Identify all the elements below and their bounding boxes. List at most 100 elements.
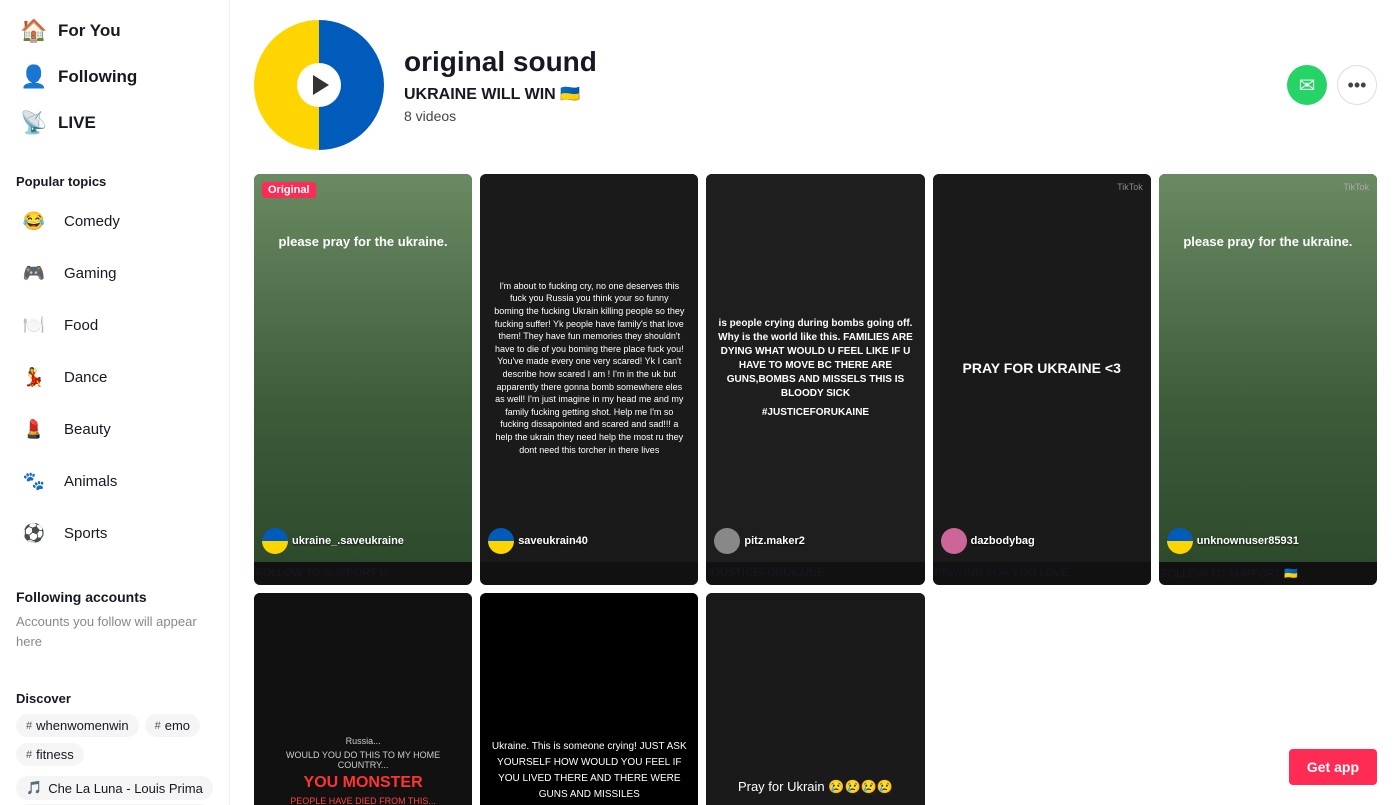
food-icon: 🍽️	[16, 307, 52, 343]
sports-icon: ⚽	[16, 515, 52, 551]
sound-che-la-luna[interactable]: 🎵 Che La Luna - Louis Prima	[16, 776, 213, 800]
sound-videos-count: 8 videos	[404, 108, 1267, 124]
food-label: Food	[64, 317, 98, 334]
tag-whenwomenwin[interactable]: # whenwomenwin	[16, 714, 139, 737]
sound-actions: ✉ •••	[1287, 65, 1377, 105]
nav-for-you-label: For You	[58, 21, 121, 41]
avatar-5	[1167, 528, 1193, 554]
whatsapp-share-button[interactable]: ✉	[1287, 65, 1327, 105]
sound-cover[interactable]	[254, 20, 384, 150]
following-accounts-desc: Accounts you follow will appear here	[16, 612, 213, 651]
whatsapp-icon: ✉	[1299, 73, 1316, 98]
video-text-6: YOU MONSTER	[304, 774, 423, 792]
video-card-7[interactable]: Ukraine. This is someone crying! JUST AS…	[480, 593, 698, 805]
video-card-2[interactable]: I'm about to fucking cry, no one deserve…	[480, 174, 698, 585]
sidebar-item-animals[interactable]: 🐾 Animals	[0, 455, 229, 507]
video-card-4[interactable]: PRAY FOR UKRAINE <3 TikTok dazbodybag PR…	[933, 174, 1151, 585]
beauty-label: Beauty	[64, 421, 111, 438]
discover-section: Discover # whenwomenwin # emo # fitness	[0, 679, 229, 772]
gaming-icon: 🎮	[16, 255, 52, 291]
sound-info: original sound UKRAINE WILL WIN 🇺🇦 8 vid…	[404, 46, 1267, 124]
more-options-button[interactable]: •••	[1337, 65, 1377, 105]
video-text-4: PRAY FOR UKRAINE <3	[963, 360, 1121, 376]
sidebar-item-gaming[interactable]: 🎮 Gaming	[0, 247, 229, 299]
sidebar-item-food[interactable]: 🍽️ Food	[0, 299, 229, 351]
sidebar-item-beauty[interactable]: 💄 Beauty	[0, 403, 229, 455]
following-icon: 👤	[20, 64, 46, 90]
sidebar-item-sports[interactable]: ⚽ Sports	[0, 507, 229, 559]
video-caption-5: FOLLOW TO SUPPORT 🇺🇦...	[1159, 562, 1377, 585]
comedy-label: Comedy	[64, 213, 120, 230]
nav-following-label: Following	[58, 67, 137, 87]
tag-fitness[interactable]: # fitness	[16, 743, 84, 766]
avatar-4	[941, 528, 967, 554]
gaming-label: Gaming	[64, 265, 117, 282]
tag-label-1: whenwomenwin	[36, 718, 129, 733]
dance-label: Dance	[64, 369, 107, 386]
sidebar-item-comedy[interactable]: 😂 Comedy	[0, 195, 229, 247]
animals-icon: 🐾	[16, 463, 52, 499]
get-app-button[interactable]: Get app	[1289, 749, 1377, 785]
video-text-3: is people crying during bombs going off.…	[714, 317, 916, 401]
hashtag-icon-2: #	[155, 720, 161, 732]
tiktok-label-5: TikTok	[1343, 182, 1369, 192]
video-user-4: dazbodybag	[941, 528, 1143, 554]
video-card-3[interactable]: is people crying during bombs going off.…	[706, 174, 924, 585]
video-card-6[interactable]: Russia... WOULD YOU DO THIS TO MY HOME C…	[254, 593, 472, 805]
original-badge: Original	[262, 182, 316, 198]
video-text-5: please pray for the ukraine.	[1175, 194, 1360, 249]
tag-label-2: emo	[165, 718, 190, 733]
discover-title: Discover	[16, 691, 213, 706]
nav-live-label: LIVE	[58, 113, 96, 133]
video-card-8[interactable]: Pray for Ukrain 😢😢😢😢 sophievazquez20 #uk…	[706, 593, 924, 805]
animals-label: Animals	[64, 473, 117, 490]
username-4: dazbodybag	[971, 535, 1035, 547]
popular-topics-title: Popular topics	[0, 162, 229, 195]
overlay-text-3: #JUSTICEFORUKAINE	[762, 407, 869, 418]
username-3: pitz.maker2	[744, 535, 805, 547]
following-accounts-title: Following accounts	[16, 587, 213, 608]
video-user-1: ukraine_.saveukraine	[262, 528, 464, 554]
tag-label-3: fitness	[36, 747, 74, 762]
nav-following[interactable]: 👤 Following	[4, 54, 225, 100]
avatar-2	[488, 528, 514, 554]
video-card-1[interactable]: Original please pray for the ukraine. uk…	[254, 174, 472, 585]
video-caption-1: FOLLOW TO SUPPORT U...	[254, 562, 472, 584]
tiktok-label-4: TikTok	[1117, 182, 1143, 192]
username-5: unknownuser85931	[1197, 535, 1299, 547]
main-content: original sound UKRAINE WILL WIN 🇺🇦 8 vid…	[230, 0, 1397, 805]
live-icon: 📡	[20, 110, 46, 136]
video-subtext-6: Russia...	[346, 736, 381, 746]
video-subtext3-6: PEOPLE HAVE DIED FROM THIS...	[290, 796, 436, 805]
video-user-2: saveukrain40	[488, 528, 690, 554]
dance-icon: 💃	[16, 359, 52, 395]
video-caption-2	[480, 562, 698, 580]
video-caption-3: #JUSTICEFORUKAINE	[706, 562, 924, 584]
video-user-5: unknownuser85931	[1167, 528, 1369, 554]
following-accounts-section: Following accounts Accounts you follow w…	[0, 575, 229, 663]
sound-label-1: Che La Luna - Louis Prima	[48, 781, 203, 796]
sidebar: 🏠 For You 👤 Following 📡 LIVE Popular top…	[0, 0, 230, 805]
beauty-icon: 💄	[16, 411, 52, 447]
ellipsis-icon: •••	[1348, 75, 1367, 96]
video-subtext2-6: WOULD YOU DO THIS TO MY HOME COUNTRY...	[262, 750, 464, 770]
nav-live[interactable]: 📡 LIVE	[4, 100, 225, 146]
video-grid: Original please pray for the ukraine. uk…	[254, 174, 1377, 805]
home-icon: 🏠	[20, 18, 46, 44]
username-1: ukraine_.saveukraine	[292, 535, 404, 547]
video-text-8: Pray for Ukrain 😢😢😢😢	[738, 779, 893, 795]
sidebar-item-dance[interactable]: 💃 Dance	[0, 351, 229, 403]
video-caption-4: PRAYING FOR YOU LOVE...	[933, 562, 1151, 584]
video-card-5[interactable]: please pray for the ukraine. TikTok unkn…	[1159, 174, 1377, 585]
video-user-3: pitz.maker2	[714, 528, 916, 554]
play-button[interactable]	[297, 63, 341, 107]
sound-creator: UKRAINE WILL WIN 🇺🇦	[404, 84, 1267, 104]
comedy-icon: 😂	[16, 203, 52, 239]
tag-emo[interactable]: # emo	[145, 714, 200, 737]
avatar-3	[714, 528, 740, 554]
nav-for-you[interactable]: 🏠 For You	[4, 8, 225, 54]
hashtag-icon-1: #	[26, 720, 32, 732]
avatar-1	[262, 528, 288, 554]
discover-tags: # whenwomenwin # emo # fitness	[16, 714, 213, 766]
username-2: saveukrain40	[518, 535, 588, 547]
